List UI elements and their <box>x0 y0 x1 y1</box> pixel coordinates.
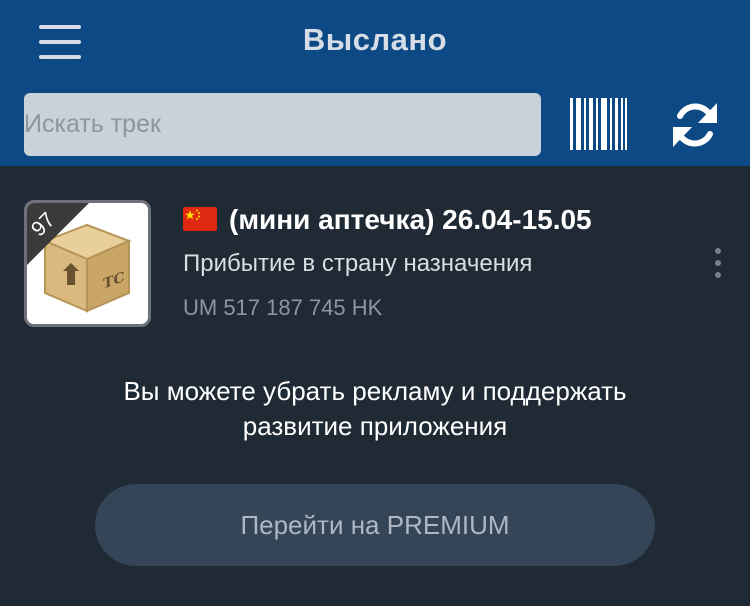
refresh-icon[interactable] <box>671 99 719 151</box>
page-title: Выслано <box>302 22 448 57</box>
parcel-list-item[interactable]: TC 97 (мини аптечка) 26.04-15.05 Прибыти… <box>0 200 750 330</box>
search-input[interactable] <box>24 93 541 156</box>
tracking-number: UM 517 187 745 HK <box>183 295 383 320</box>
promo-line-1: Вы можете убрать рекламу и поддержать <box>123 376 627 406</box>
promo-line-2: развитие приложения <box>242 411 508 441</box>
premium-button[interactable]: Перейти на PREMIUM <box>95 484 655 566</box>
more-options-icon[interactable] <box>711 248 725 284</box>
ad-removal-message: Вы можете убрать рекламу и поддержать ра… <box>0 374 750 444</box>
app-header: Выслано <box>0 0 750 166</box>
barcode-icon[interactable] <box>570 98 627 150</box>
parcel-title-text: (мини аптечка) 26.04-15.05 <box>229 204 592 235</box>
parcel-thumbnail: TC 97 <box>24 200 151 327</box>
parcel-status: Прибытие в страну назначения <box>183 250 533 277</box>
china-flag-icon <box>183 207 217 231</box>
parcel-title: (мини аптечка) 26.04-15.05 <box>183 204 592 236</box>
